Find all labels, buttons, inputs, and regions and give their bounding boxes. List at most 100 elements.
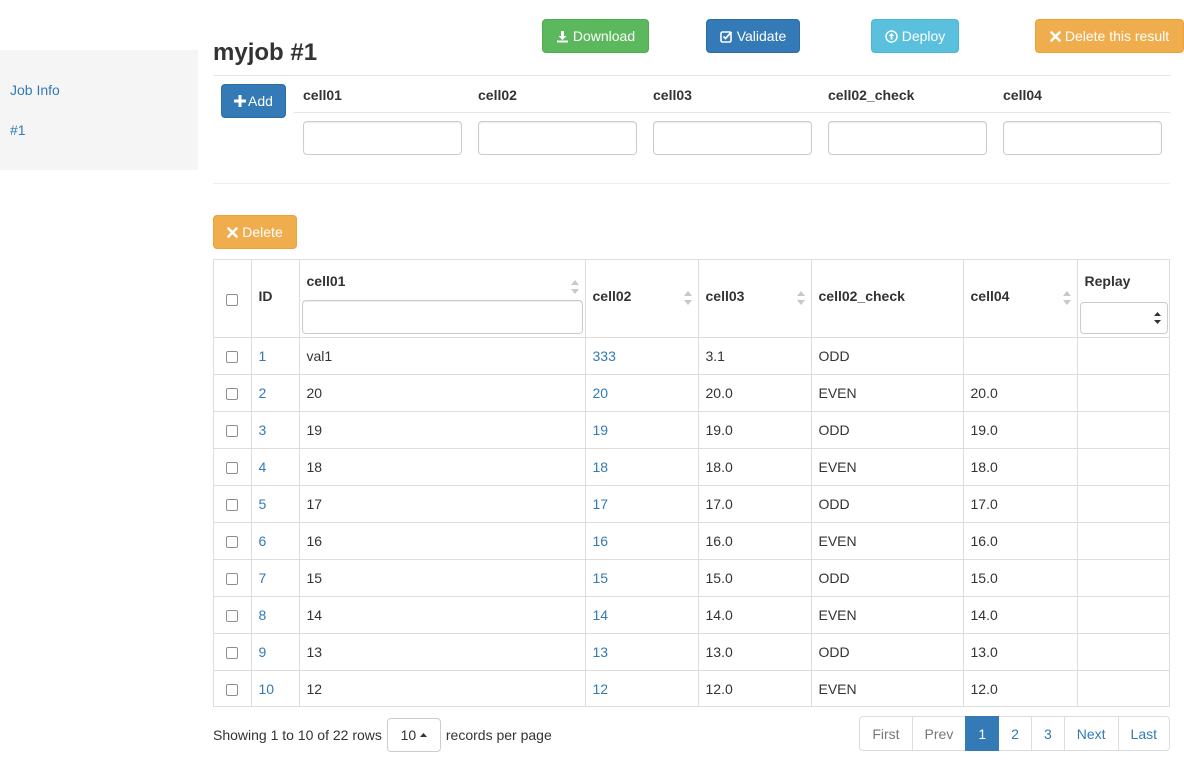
row-select-checkbox[interactable]	[226, 498, 239, 511]
cell-cell02-check: ODD	[810, 336, 964, 375]
divider	[213, 75, 1170, 76]
cell-cell04: 15.0	[962, 558, 1078, 597]
cell-cell02-check-text: EVEN	[818, 680, 857, 697]
cell-cell04: 14.0	[962, 595, 1078, 634]
cell-cell02-link[interactable]: 14	[593, 607, 609, 623]
delete-selected-button[interactable]: Delete	[213, 215, 297, 249]
select-all-cell	[214, 260, 252, 338]
cell-cell02-link[interactable]: 17	[593, 496, 609, 512]
validate-label: Validate	[736, 28, 787, 44]
cell-id-link[interactable]: 10	[259, 681, 275, 697]
page-first[interactable]: First	[859, 716, 913, 751]
column-header-cell02[interactable]: cell02	[584, 260, 699, 338]
cell-cell02-link[interactable]: 13	[593, 644, 609, 660]
cell-id-link[interactable]: 1	[259, 348, 267, 364]
sort-icon	[796, 291, 805, 306]
column-header-cell04[interactable]: cell04	[962, 260, 1078, 338]
table-row: 4 18 18 18.0 EVEN 18.0	[214, 447, 1169, 486]
download-button[interactable]: Download	[542, 19, 649, 53]
add-field-label-cell03: cell03	[653, 87, 692, 103]
cell-id-link[interactable]: 6	[259, 533, 267, 549]
cell-cell04	[962, 336, 1078, 375]
cell-id-link[interactable]: 8	[259, 607, 267, 623]
row-select-checkbox[interactable]	[226, 684, 239, 697]
add-field-cell03[interactable]	[653, 121, 812, 155]
add-field-cell04[interactable]	[1003, 121, 1162, 155]
row-select-checkbox[interactable]	[226, 424, 239, 437]
table-row: 9 13 13 13.0 ODD 13.0	[214, 632, 1169, 671]
filter-select-replay[interactable]	[1079, 302, 1168, 334]
cell-cell01-text: 16	[306, 532, 323, 549]
cell-id-link[interactable]: 2	[259, 385, 267, 401]
add-field-label-cell01: cell01	[303, 87, 342, 103]
cell-cell02-link[interactable]: 16	[593, 533, 609, 549]
cell-cell02-link[interactable]: 12	[593, 681, 609, 697]
column-header-id[interactable]: ID	[250, 260, 300, 338]
column-header-cell02-check[interactable]: cell02_check	[810, 260, 964, 338]
filter-input-cell01[interactable]	[301, 300, 583, 334]
row-select-checkbox[interactable]	[226, 387, 239, 400]
sidebar-item-job-info[interactable]: Job Info	[10, 82, 60, 98]
table-row: 3 19 19 19.0 ODD 19.0	[214, 410, 1169, 449]
row-select-cell	[214, 373, 252, 412]
cell-cell02-check-text: EVEN	[818, 458, 857, 475]
table-row: 5 17 17 17.0 ODD 17.0	[214, 484, 1169, 523]
page-3[interactable]: 3	[1030, 716, 1065, 751]
table-row: 8 14 14 14.0 EVEN 14.0	[214, 595, 1169, 634]
row-select-cell	[214, 632, 252, 671]
row-select-cell	[214, 410, 252, 449]
column-header-cell01[interactable]: cell01	[298, 260, 586, 338]
validate-button[interactable]: Validate	[706, 19, 800, 53]
cell-cell02-link[interactable]: 20	[593, 385, 609, 401]
add-field-label-cell02: cell02	[478, 87, 517, 103]
page-size-dropdown[interactable]: 10	[386, 718, 441, 752]
cell-cell02-link[interactable]: 15	[593, 570, 609, 586]
download-icon	[556, 30, 568, 42]
page-2[interactable]: 2	[998, 716, 1032, 751]
cell-cell02-link[interactable]: 18	[593, 459, 609, 475]
page-next[interactable]: Next	[1063, 716, 1119, 751]
sidebar-item-result-1[interactable]: #1	[10, 122, 26, 138]
row-select-checkbox[interactable]	[226, 535, 239, 548]
pagination-info: Showing 1 to 10 of 22 rows 10 records pe…	[213, 718, 552, 752]
page-1[interactable]: 1	[965, 716, 1000, 751]
cell-cell01: 12	[298, 669, 586, 707]
row-select-checkbox[interactable]	[226, 609, 239, 622]
cell-id-link[interactable]: 7	[259, 570, 267, 586]
add-field-cell02[interactable]	[478, 121, 637, 155]
add-field-cell02-check[interactable]	[828, 121, 987, 155]
cell-id-link[interactable]: 5	[259, 496, 267, 512]
row-select-checkbox[interactable]	[226, 572, 239, 585]
column-header-cell03[interactable]: cell03	[697, 260, 812, 338]
cell-replay	[1076, 373, 1169, 412]
table-row: 7 15 15 15.0 ODD 15.0	[214, 558, 1169, 597]
cell-id-link[interactable]: 4	[259, 459, 267, 475]
page-last[interactable]: Last	[1117, 716, 1170, 751]
delete-selected-label: Delete	[242, 224, 283, 240]
cell-cell02-link[interactable]: 19	[593, 422, 609, 438]
divider	[294, 112, 1170, 113]
cell-cell02: 18	[584, 447, 699, 486]
deploy-button[interactable]: Deploy	[871, 19, 959, 53]
cell-cell02-link[interactable]: 333	[593, 348, 616, 364]
add-button[interactable]: Add	[221, 84, 286, 118]
cell-cell04: 16.0	[962, 521, 1078, 560]
row-select-checkbox[interactable]	[226, 350, 239, 363]
cell-replay	[1076, 558, 1169, 597]
cell-cell03-text: 20.0	[705, 384, 733, 401]
row-select-checkbox[interactable]	[226, 646, 239, 659]
add-field-cell01[interactable]	[303, 121, 462, 155]
row-select-checkbox[interactable]	[226, 461, 239, 474]
cell-cell04: 18.0	[962, 447, 1078, 486]
cell-cell04: 20.0	[962, 373, 1078, 412]
results-table: ID cell01 cell02 cell03 cell02_check cel…	[213, 259, 1170, 707]
caret-up-icon	[420, 733, 428, 737]
cell-cell01: 15	[298, 558, 586, 597]
page-prev[interactable]: Prev	[911, 716, 967, 751]
table-row: 10 12 12 12.0 EVEN 12.0	[214, 669, 1169, 707]
select-all-checkbox[interactable]	[226, 293, 239, 306]
cell-id-link[interactable]: 3	[259, 422, 267, 438]
delete-result-button[interactable]: Delete this result	[1035, 19, 1184, 53]
cell-id-link[interactable]: 9	[259, 644, 267, 660]
cell-cell02-check: EVEN	[810, 595, 964, 634]
